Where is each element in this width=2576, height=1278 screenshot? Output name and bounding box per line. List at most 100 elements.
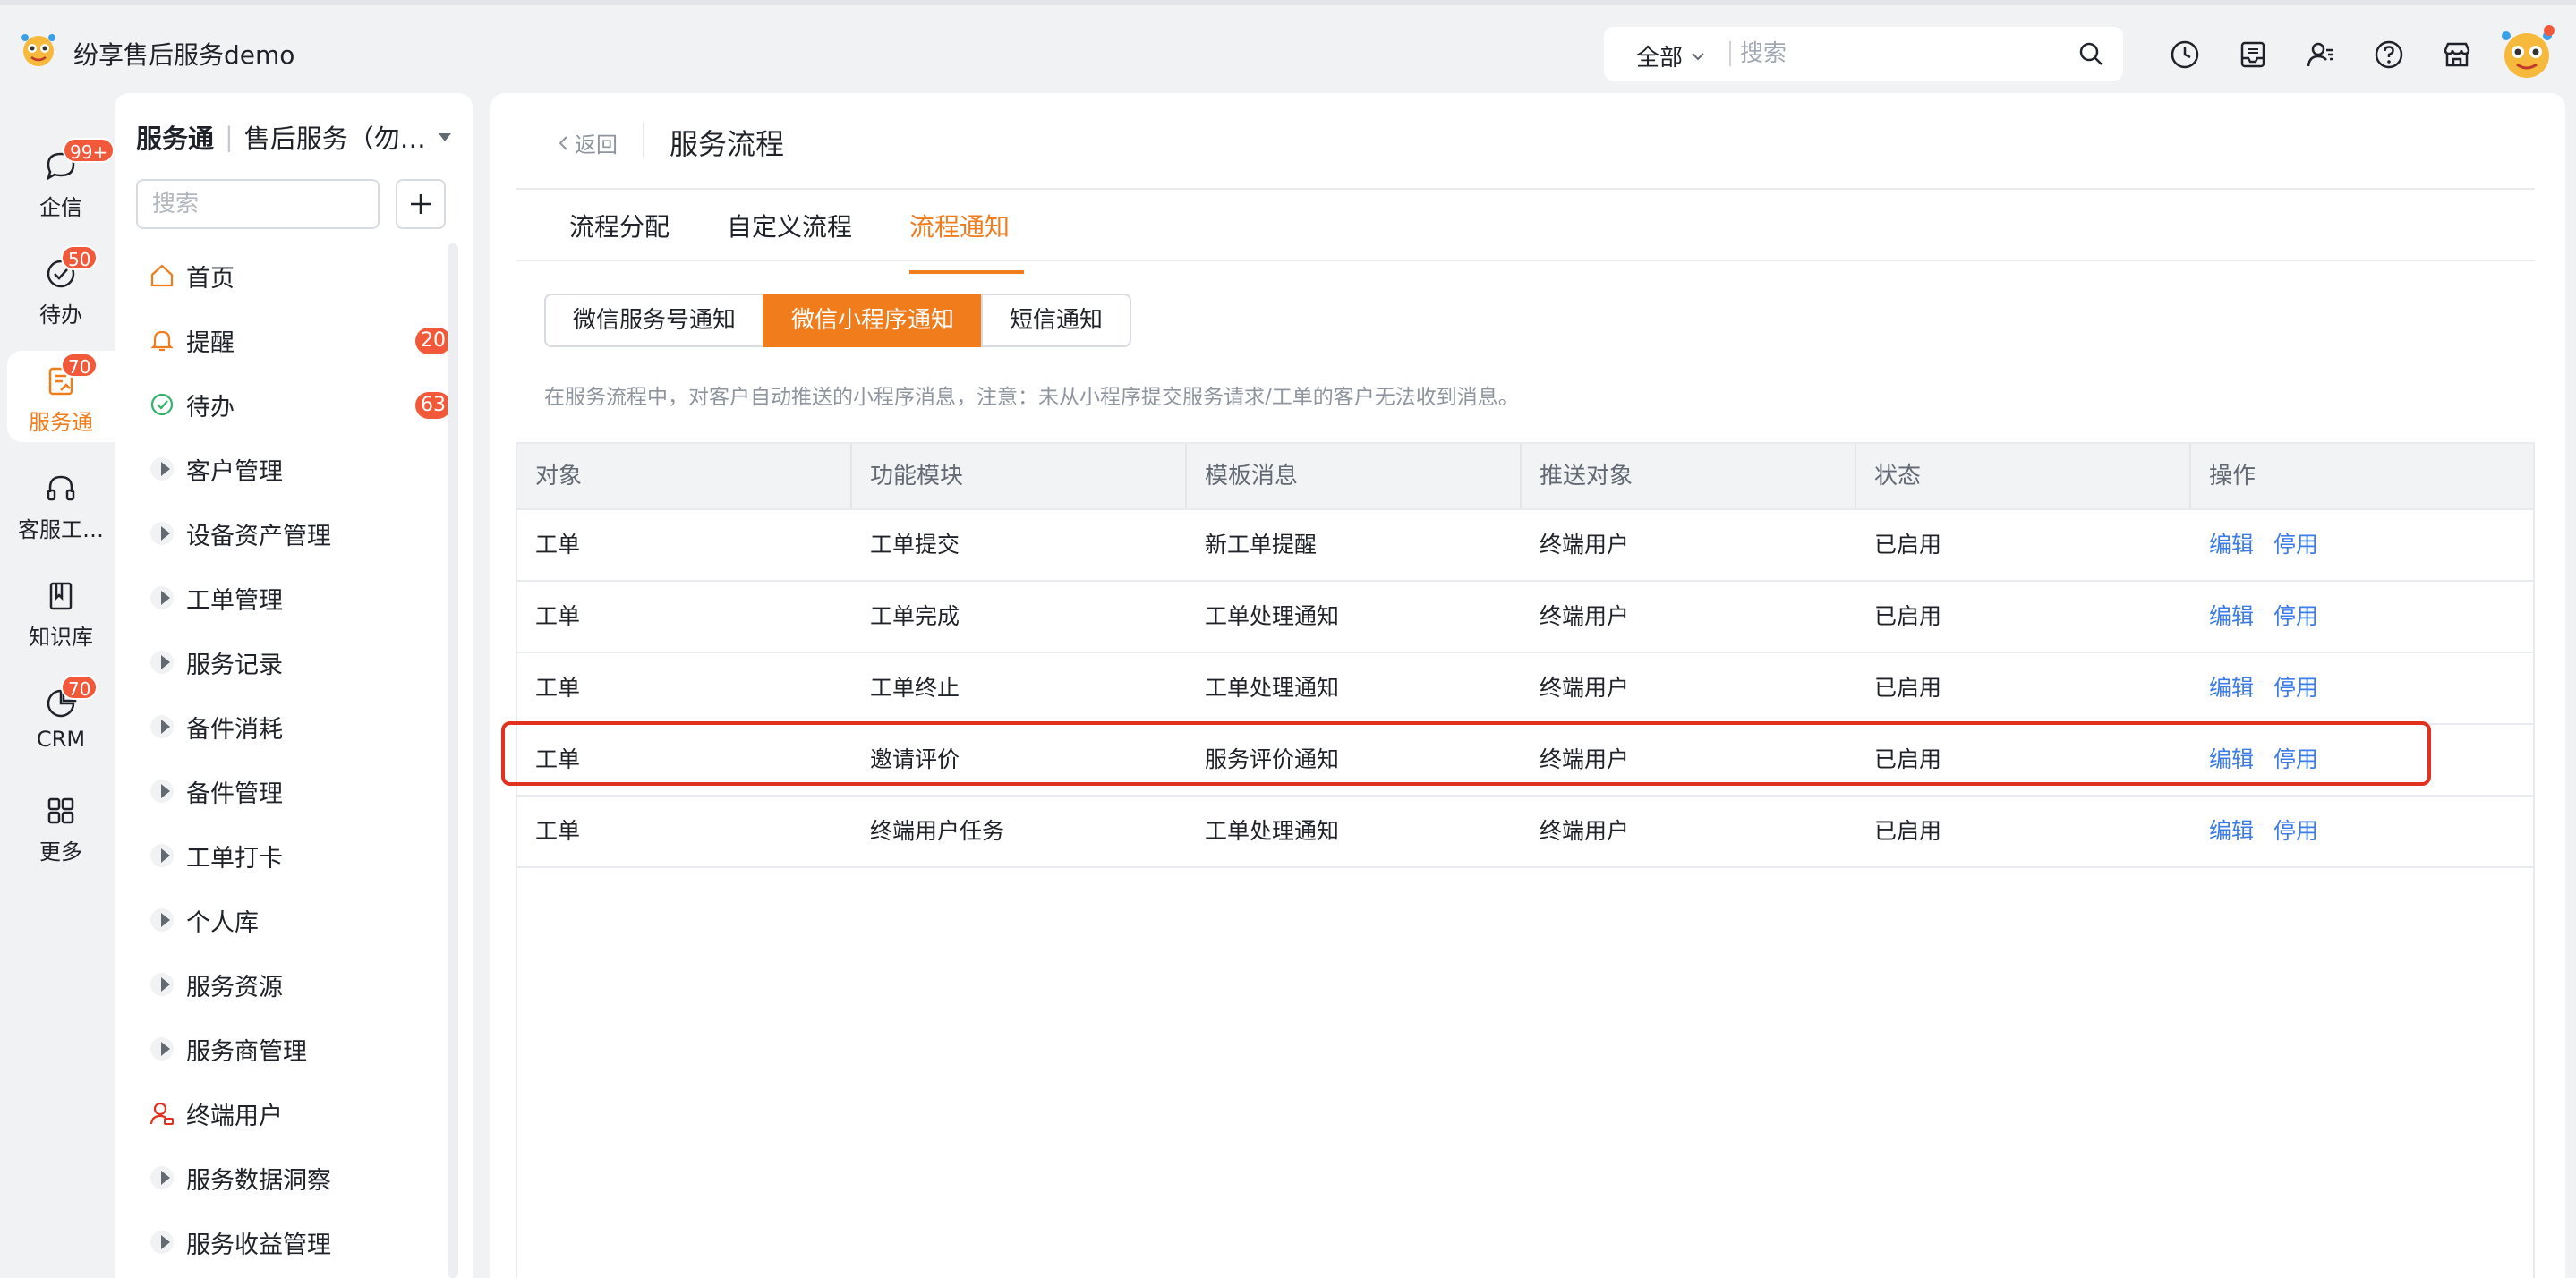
header-divider <box>643 122 644 158</box>
sidebar-item-todo[interactable]: 待办 63 <box>115 372 458 437</box>
menu-search-input[interactable] <box>136 179 380 229</box>
expand-icon <box>150 908 174 932</box>
table-cell: 已启用 <box>1874 675 1942 701</box>
rail-item-service[interactable]: 服务通 70 <box>7 351 115 442</box>
expand-icon <box>150 780 174 803</box>
expand-icon <box>150 1231 174 1254</box>
inbox-icon[interactable] <box>2238 39 2268 70</box>
rail-badge: 99+ <box>63 138 115 163</box>
notification-table: 对象 功能模块 模板消息 推送对象 状态 操作 工单 工单提交 新工单提醒 终端… <box>516 442 2535 1278</box>
sidebar-item-label: 备件管理 <box>186 780 283 808</box>
edit-link[interactable]: 编辑 <box>2209 532 2254 558</box>
back-button[interactable]: 返回 <box>557 127 618 158</box>
app-logo-icon <box>21 34 55 66</box>
caret-down-icon <box>438 132 451 141</box>
disable-link[interactable]: 停用 <box>2273 818 2318 844</box>
chevron-left-icon <box>559 135 567 150</box>
bell-icon <box>150 330 174 352</box>
rail-label: 更多 <box>39 839 82 865</box>
expand-icon <box>150 1037 174 1061</box>
table-cell: 工单 <box>535 532 581 558</box>
sidebar-menu: 首页 提醒 20 待办 63 客户管理 设备资产管理 工单管理 服务记录 备件消… <box>115 243 458 1274</box>
sidebar-item-reminder[interactable]: 提醒 20 <box>115 308 458 372</box>
sidebar-item-ticket-checkin[interactable]: 工单打卡 <box>115 823 458 888</box>
rail-item-chat[interactable]: 企信 99+ <box>7 136 115 227</box>
search-icon[interactable] <box>2078 41 2103 66</box>
disable-link[interactable]: 停用 <box>2273 675 2318 701</box>
sidebar-item-home[interactable]: 首页 <box>115 243 458 308</box>
sidebar-scrollbar[interactable] <box>448 243 458 1278</box>
expand-icon <box>150 1166 174 1189</box>
table-cell: 服务评价通知 <box>1205 746 1340 772</box>
rail-badge: 70 <box>61 353 98 378</box>
module-switcher[interactable]: 服务通 | 售后服务（勿… <box>136 118 458 156</box>
sidebar-item-parts-management[interactable]: 备件管理 <box>115 759 458 823</box>
avatar[interactable] <box>2497 23 2556 82</box>
disable-link[interactable]: 停用 <box>2273 746 2318 772</box>
table-cell: 终端用户 <box>1540 532 1630 558</box>
table-cell: 终端用户 <box>1540 675 1630 701</box>
rail-item-crm[interactable]: CRM 70 <box>7 673 115 764</box>
global-search: 全部 <box>1604 27 2123 81</box>
table-actions: 编辑 停用 <box>2191 510 2533 580</box>
sidebar-item-personal-library[interactable]: 个人库 <box>115 888 458 952</box>
edit-link[interactable]: 编辑 <box>2209 675 2254 701</box>
rail-item-knowledge[interactable]: 知识库 <box>7 566 115 657</box>
table-cell: 已启用 <box>1874 532 1942 558</box>
sidebar-item-service-resources[interactable]: 服务资源 <box>115 952 458 1017</box>
sidebar-item-data-insights[interactable]: 服务数据洞察 <box>115 1146 458 1210</box>
table-cell: 终端用户 <box>1540 746 1630 772</box>
grid-icon <box>47 797 74 824</box>
expand-icon <box>150 457 174 481</box>
rail-label: 知识库 <box>29 625 93 650</box>
search-scope-dropdown[interactable]: 全部 <box>1636 39 1706 72</box>
column-header: 操作 <box>2209 463 2256 490</box>
add-button[interactable] <box>396 179 446 229</box>
check-icon <box>150 393 174 416</box>
clock-icon[interactable] <box>2170 39 2200 70</box>
sidebar-item-provider-management[interactable]: 服务商管理 <box>115 1017 458 1081</box>
rail-item-todo[interactable]: 待办 50 <box>7 243 115 335</box>
disable-link[interactable]: 停用 <box>2273 603 2318 629</box>
tab-flow-notification[interactable]: 流程通知 <box>909 208 1025 274</box>
module-title-divider: | <box>225 122 234 152</box>
expand-icon <box>150 844 174 867</box>
tab-flow-assignment[interactable]: 流程分配 <box>569 208 670 258</box>
tab-label: 流程通知 <box>909 212 1011 242</box>
expand-icon <box>150 651 174 674</box>
store-icon[interactable] <box>2442 39 2472 70</box>
sidebar-item-asset-management[interactable]: 设备资产管理 <box>115 501 458 566</box>
rail-item-customer-service[interactable]: 客服工… <box>7 458 115 550</box>
back-label: 返回 <box>575 132 618 158</box>
tab-custom-flow[interactable]: 自定义流程 <box>727 208 852 258</box>
help-icon[interactable] <box>2374 39 2404 70</box>
sidebar-item-end-users[interactable]: 终端用户 <box>115 1081 458 1146</box>
sidebar-item-revenue-management[interactable]: 服务收益管理 <box>115 1210 458 1274</box>
table-cell: 工单提交 <box>870 532 960 558</box>
edit-link[interactable]: 编辑 <box>2209 818 2254 844</box>
sidebar-item-ticket-management[interactable]: 工单管理 <box>115 566 458 630</box>
rail-label: 待办 <box>39 302 82 328</box>
edit-link[interactable]: 编辑 <box>2209 603 2254 629</box>
sidebar-item-label: 服务收益管理 <box>186 1231 331 1259</box>
edit-link[interactable]: 编辑 <box>2209 746 2254 772</box>
segment-wechat-miniprogram[interactable]: 微信小程序通知 <box>763 294 984 347</box>
global-search-input[interactable] <box>1740 36 2062 72</box>
plus-icon <box>411 194 431 214</box>
expand-icon <box>150 586 174 609</box>
table-row-highlighted: 工单 邀请评价 服务评价通知 终端用户 已启用 编辑 停用 <box>517 725 2533 797</box>
module-sidebar: 服务通 | 售后服务（勿… 首页 提醒 20 待办 63 客户管理 设备资产管理 <box>115 93 473 1278</box>
sidebar-item-label: 待办 <box>186 393 235 422</box>
contacts-icon[interactable] <box>2306 39 2336 70</box>
segment-wechat-official[interactable]: 微信服务号通知 <box>544 294 765 347</box>
rail-badge: 70 <box>61 675 98 700</box>
rail-item-more[interactable]: 更多 <box>7 780 115 872</box>
disable-link[interactable]: 停用 <box>2273 532 2318 558</box>
segment-sms[interactable]: 短信通知 <box>981 294 1132 347</box>
sidebar-item-service-records[interactable]: 服务记录 <box>115 630 458 694</box>
sidebar-item-label: 提醒 <box>186 328 235 357</box>
table-header: 对象 功能模块 模板消息 推送对象 状态 操作 <box>517 444 2533 510</box>
sidebar-item-customer-management[interactable]: 客户管理 <box>115 437 458 501</box>
sidebar-item-label: 备件消耗 <box>186 715 283 744</box>
sidebar-item-parts-consumption[interactable]: 备件消耗 <box>115 694 458 759</box>
